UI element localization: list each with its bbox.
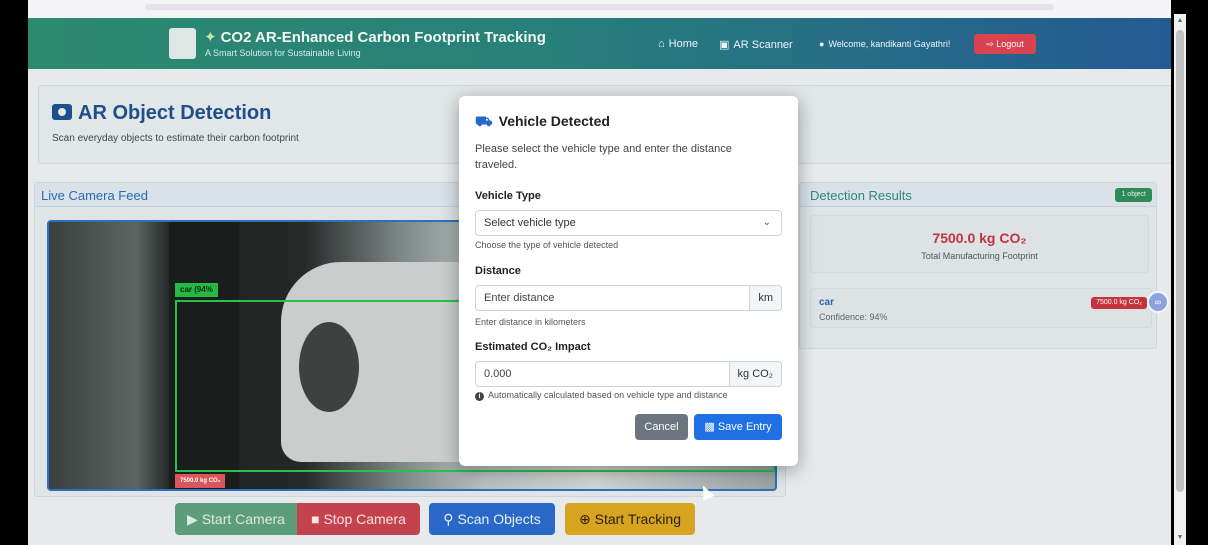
object-count-badge: 1 object	[1115, 188, 1152, 202]
browser-viewport: ✦ CO2 AR-Enhanced Carbon Footprint Tracki…	[28, 0, 1171, 545]
brand-subtitle: A Smart Solution for Sustainable Living	[205, 48, 361, 58]
play-icon: ▶	[187, 511, 202, 527]
camera-icon	[52, 104, 72, 120]
item-confidence: Confidence: 94%	[819, 312, 888, 322]
results-card-header: Detection Results 1 object	[800, 183, 1156, 207]
logout-icon: ⇨	[986, 39, 997, 49]
total-footprint: 7500.0 kg CO₂ Total Manufacturing Footpr…	[810, 215, 1149, 273]
stop-icon: ■	[311, 511, 324, 527]
scan-objects-button[interactable]: ⚲ Scan Objects	[429, 503, 555, 535]
distance-unit: km	[749, 286, 781, 310]
vehicle-type-help: Choose the type of vehicle detected	[475, 240, 619, 250]
impact-value: 0.000	[484, 368, 512, 380]
page-title: AR Object Detection	[52, 102, 271, 125]
browser-top-strip	[28, 0, 1171, 18]
accessibility-icon[interactable]: ∞	[1147, 291, 1169, 313]
vehicle-type-label: Vehicle Type	[475, 190, 541, 202]
home-icon: ⌂	[658, 38, 665, 50]
distance-help: Enter distance in kilometers	[475, 317, 586, 327]
crosshair-icon: ⊕	[579, 511, 595, 527]
results-card: Detection Results 1 object 7500.0 kg CO₂…	[799, 182, 1157, 349]
nav-ar-scanner[interactable]: ▣ AR Scanner	[719, 38, 793, 51]
chevron-down-icon: ⌄	[762, 217, 771, 228]
detection-co2-tag: 7500.0 kg CO₂	[175, 474, 226, 488]
vehicle-type-select[interactable]: Select vehicle type ⌄	[475, 210, 782, 236]
stop-camera-button[interactable]: ■ Stop Camera	[297, 503, 420, 535]
sprout-icon: ✦	[204, 29, 217, 46]
scroll-up-icon[interactable]: ▲	[1174, 14, 1186, 28]
list-item[interactable]: car Confidence: 94% 7500.0 kg CO₂	[810, 288, 1152, 328]
impact-label: Estimated CO₂ Impact	[475, 341, 591, 353]
item-name: car	[819, 297, 835, 308]
brand-title[interactable]: ✦ CO2 AR-Enhanced Carbon Footprint Tracki…	[204, 28, 546, 46]
save-icon: ▩	[704, 421, 718, 433]
welcome-user: ● Welcome, kandikanti Gayathri!	[819, 39, 951, 49]
camera-icon: ▣	[719, 39, 730, 51]
start-tracking-button[interactable]: ⊕ Start Tracking	[565, 503, 695, 535]
navbar: ✦ CO2 AR-Enhanced Carbon Footprint Tracki…	[28, 18, 1171, 69]
scroll-down-icon[interactable]: ▼	[1174, 531, 1186, 545]
distance-label: Distance	[475, 265, 521, 277]
user-icon: ●	[819, 39, 825, 49]
item-co2-badge: 7500.0 kg CO₂	[1091, 297, 1147, 309]
search-icon: ⚲	[443, 511, 458, 527]
scrollbar-thumb[interactable]	[1176, 30, 1184, 492]
save-entry-button[interactable]: ▩ Save Entry	[694, 414, 782, 440]
impact-field: 0.000 kg CO₂	[475, 361, 782, 387]
distance-input[interactable]: Enter distance	[484, 286, 554, 310]
start-camera-button[interactable]: ▶ Start Camera	[175, 503, 297, 535]
vehicle-modal: ⛟ Vehicle Detected Please select the vehi…	[459, 96, 798, 466]
car-icon: ⛟	[475, 113, 493, 129]
modal-description: Please select the vehicle type and enter…	[475, 143, 732, 171]
brand-logo[interactable]	[169, 28, 196, 59]
impact-unit: kg CO₂	[728, 362, 781, 386]
total-label: Total Manufacturing Footprint	[921, 251, 1038, 261]
logout-button[interactable]: ⇨ Logout	[974, 34, 1036, 54]
cancel-button[interactable]: Cancel	[635, 414, 688, 440]
info-icon: i	[475, 392, 484, 401]
distance-field[interactable]: Enter distance km	[475, 285, 782, 311]
page-subtitle: Scan everyday objects to estimate their …	[52, 133, 299, 144]
impact-help: i Automatically calculated based on vehic…	[475, 390, 728, 401]
detection-label: car (94%	[175, 283, 218, 297]
nav-home[interactable]: ⌂ Home	[658, 38, 698, 50]
total-value: 7500.0 kg CO₂	[932, 230, 1027, 246]
modal-title: ⛟ Vehicle Detected	[475, 113, 610, 129]
